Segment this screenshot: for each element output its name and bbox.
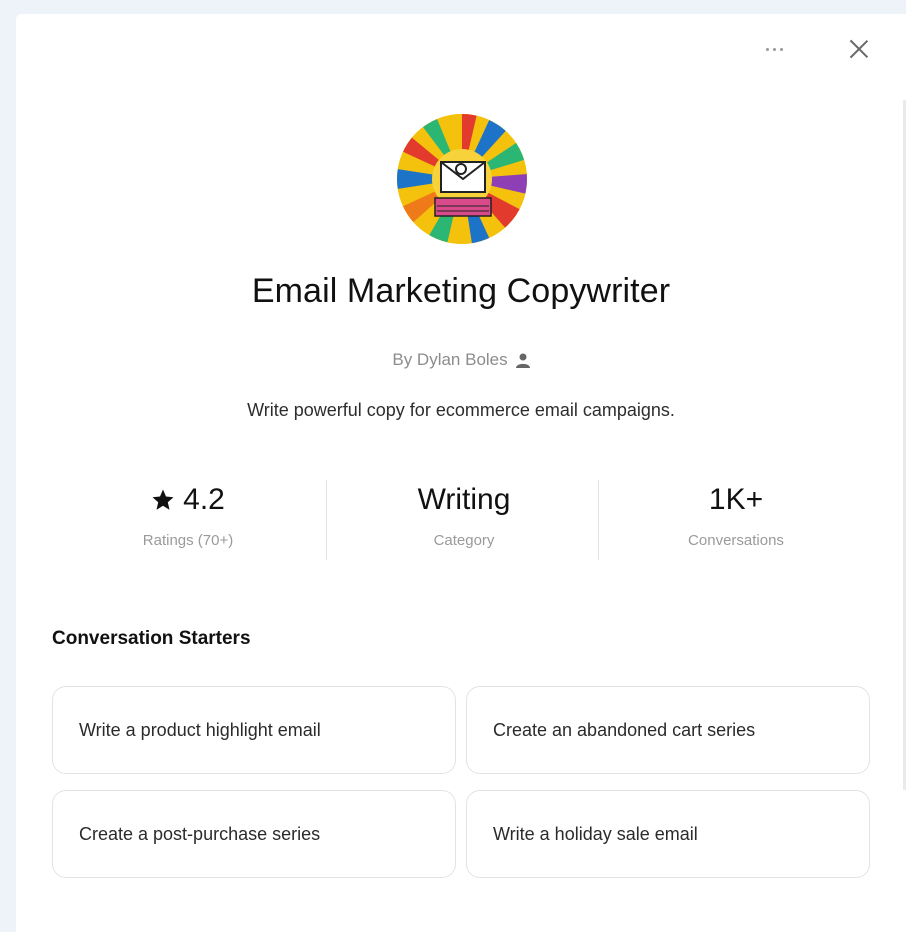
gpt-details-modal: Email Marketing Copywriter By Dylan Bole…: [16, 14, 906, 932]
star-icon: [152, 489, 174, 510]
conversation-starters-heading: Conversation Starters: [52, 628, 251, 649]
gpt-avatar: [397, 114, 527, 244]
stat-value: 1K+: [708, 483, 764, 516]
stat-value: Writing: [417, 483, 511, 516]
starter-card[interactable]: Create a post-purchase series: [52, 790, 456, 878]
gpt-description: Write powerful copy for ecommerce email …: [247, 400, 675, 420]
stat-divider: [598, 480, 599, 560]
close-icon[interactable]: [848, 38, 870, 60]
more-dots-icon: [765, 47, 769, 51]
stat-ratings: 4.2 Ratings (70+): [52, 480, 324, 549]
stat-value: 4.2: [52, 480, 324, 520]
more-dot: [772, 47, 776, 51]
gpt-title: Email Marketing Copywriter: [251, 272, 671, 310]
starter-card[interactable]: Create an abandoned cart series: [466, 686, 870, 774]
author-name: By Dylan Boles: [392, 350, 508, 369]
stat-label: Category: [433, 532, 495, 549]
rating-value: 4.2: [183, 483, 225, 516]
stat-label: Conversations: [688, 532, 784, 549]
stats-row: 4.2 Ratings (70+) Writing Category 1K+ C…: [52, 480, 872, 560]
stat-label: Ratings (70+): [142, 532, 234, 549]
starter-card[interactable]: Write a product highlight email: [52, 686, 456, 774]
author-line: By Dylan Boles: [16, 350, 906, 370]
more-dot: [779, 47, 783, 51]
email-burst-logo: [397, 114, 527, 244]
stat-category: Writing Category: [328, 480, 600, 549]
stat-conversations: 1K+ Conversations: [600, 480, 872, 549]
stat-divider: [326, 480, 327, 560]
modal-actions: [756, 38, 870, 60]
starter-card[interactable]: Write a holiday sale email: [466, 790, 870, 878]
user-icon: [515, 353, 530, 368]
more-options-button[interactable]: [756, 39, 792, 59]
